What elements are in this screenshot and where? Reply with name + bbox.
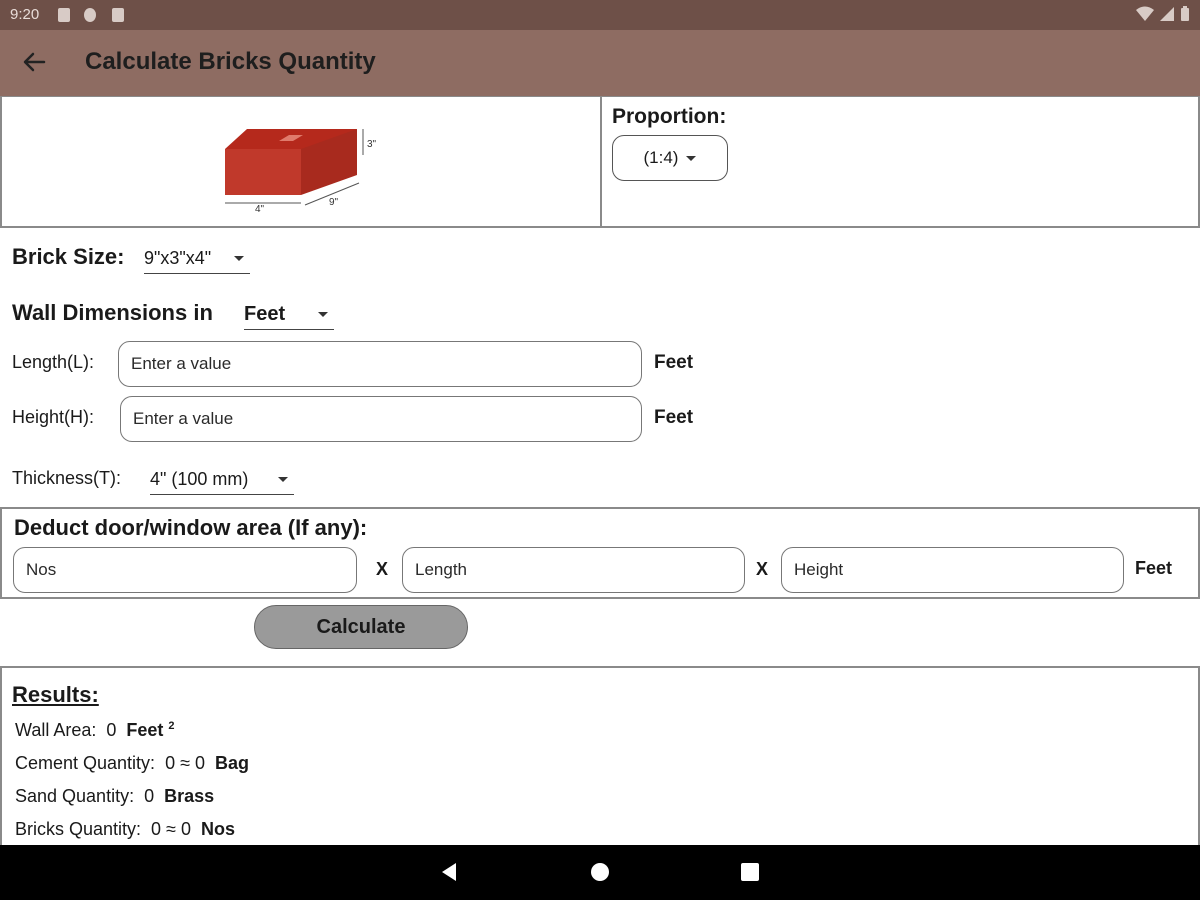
wifi-icon xyxy=(1136,6,1154,21)
height-label: Height(H): xyxy=(12,407,95,427)
sand-row: Sand Quantity: 0 Brass xyxy=(15,786,214,807)
multiply-sign: X xyxy=(376,559,389,579)
brick-image: 3" 4" 9" xyxy=(225,129,377,214)
cement-value: 0 ≈ 0 xyxy=(165,753,205,773)
thickness-label: Thickness(T): xyxy=(12,468,122,488)
battery-icon xyxy=(1181,6,1189,21)
wall-area-value: 0 xyxy=(106,720,117,740)
caret-down-icon xyxy=(234,256,244,261)
wall-area-sup: 2 xyxy=(168,720,175,732)
brick-dim-width: 4" xyxy=(255,204,265,214)
cement-label: Cement Quantity: xyxy=(15,753,156,773)
multiply-sign: X xyxy=(756,559,769,579)
bricks-value: 0 ≈ 0 xyxy=(151,819,191,839)
brick-dim-height: 3" xyxy=(367,139,377,150)
notification-icon xyxy=(58,8,70,22)
sand-label: Sand Quantity: xyxy=(15,786,135,806)
pie-icon xyxy=(84,8,96,22)
height-unit: Feet xyxy=(654,407,694,428)
sd-card-icon xyxy=(112,8,124,22)
app-bar: Calculate Bricks Quantity xyxy=(0,30,1200,96)
results-title: Results: xyxy=(12,682,99,707)
wall-dimensions-label: Wall Dimensions in xyxy=(12,300,213,325)
wall-area-unit: Feet 2 xyxy=(126,720,174,741)
thickness-dropdown[interactable]: 4" (100 mm) xyxy=(150,465,294,495)
deduct-unit: Feet xyxy=(1135,558,1173,578)
length-label: Length(L): xyxy=(12,352,95,372)
proportion-label: Proportion: xyxy=(612,105,727,128)
bricks-label: Bricks Quantity: xyxy=(15,819,142,839)
brick-dim-length: 9" xyxy=(329,197,339,208)
page-title: Calculate Bricks Quantity xyxy=(85,48,376,75)
brick-size-value: 9"x3"x4" xyxy=(144,248,212,268)
deduct-title: Deduct door/window area (If any): xyxy=(14,515,368,540)
status-time: 9:20 xyxy=(10,6,40,23)
wall-area-label: Wall Area: xyxy=(15,720,97,740)
length-unit: Feet xyxy=(654,352,694,373)
door-length-input[interactable] xyxy=(402,547,745,593)
thickness-value: 4" (100 mm) xyxy=(150,469,249,489)
panel-divider xyxy=(600,97,602,227)
signal-icon xyxy=(1160,7,1174,21)
caret-down-icon xyxy=(686,155,697,161)
bricks-unit: Nos xyxy=(200,819,235,839)
calculate-button[interactable]: Calculate xyxy=(254,605,468,649)
results-panel: Results: Wall Area: 0 Feet 2 Cement Quan… xyxy=(0,666,1200,846)
arrow-left-icon[interactable] xyxy=(18,46,50,78)
proportion-dropdown[interactable]: (1:4) xyxy=(612,135,728,181)
caret-down-icon xyxy=(278,477,288,482)
door-height-input[interactable] xyxy=(781,547,1124,593)
wall-area-unit-text: Feet xyxy=(126,720,164,740)
sand-unit: Brass xyxy=(164,786,215,806)
wall-unit-dropdown[interactable]: Feet xyxy=(244,300,334,330)
caret-down-icon xyxy=(318,312,328,317)
deduct-panel: Deduct door/window area (If any): X X Fe… xyxy=(0,507,1200,599)
bricks-row: Bricks Quantity: 0 ≈ 0 Nos xyxy=(15,819,235,840)
top-panel: 3" 4" 9" Proportion: (1:4) xyxy=(0,96,1200,228)
brick-size-dropdown[interactable]: 9"x3"x4" xyxy=(144,244,250,274)
length-input[interactable] xyxy=(118,341,642,387)
cement-row: Cement Quantity: 0 ≈ 0 Bag xyxy=(15,753,249,774)
height-input[interactable] xyxy=(120,396,642,442)
home-circle-icon[interactable] xyxy=(588,860,612,884)
wall-unit-value: Feet xyxy=(244,303,286,325)
wall-area-row: Wall Area: 0 Feet 2 xyxy=(15,720,175,741)
nos-input[interactable] xyxy=(13,547,357,593)
status-bar: 9:20 xyxy=(0,0,1200,30)
back-triangle-icon[interactable] xyxy=(438,860,462,884)
cement-unit: Bag xyxy=(214,753,249,773)
brick-size-label: Brick Size: xyxy=(12,244,125,269)
proportion-value: (1:4) xyxy=(643,148,679,167)
recents-square-icon[interactable] xyxy=(738,860,762,884)
sand-value: 0 xyxy=(144,786,155,806)
navigation-bar xyxy=(0,845,1200,900)
